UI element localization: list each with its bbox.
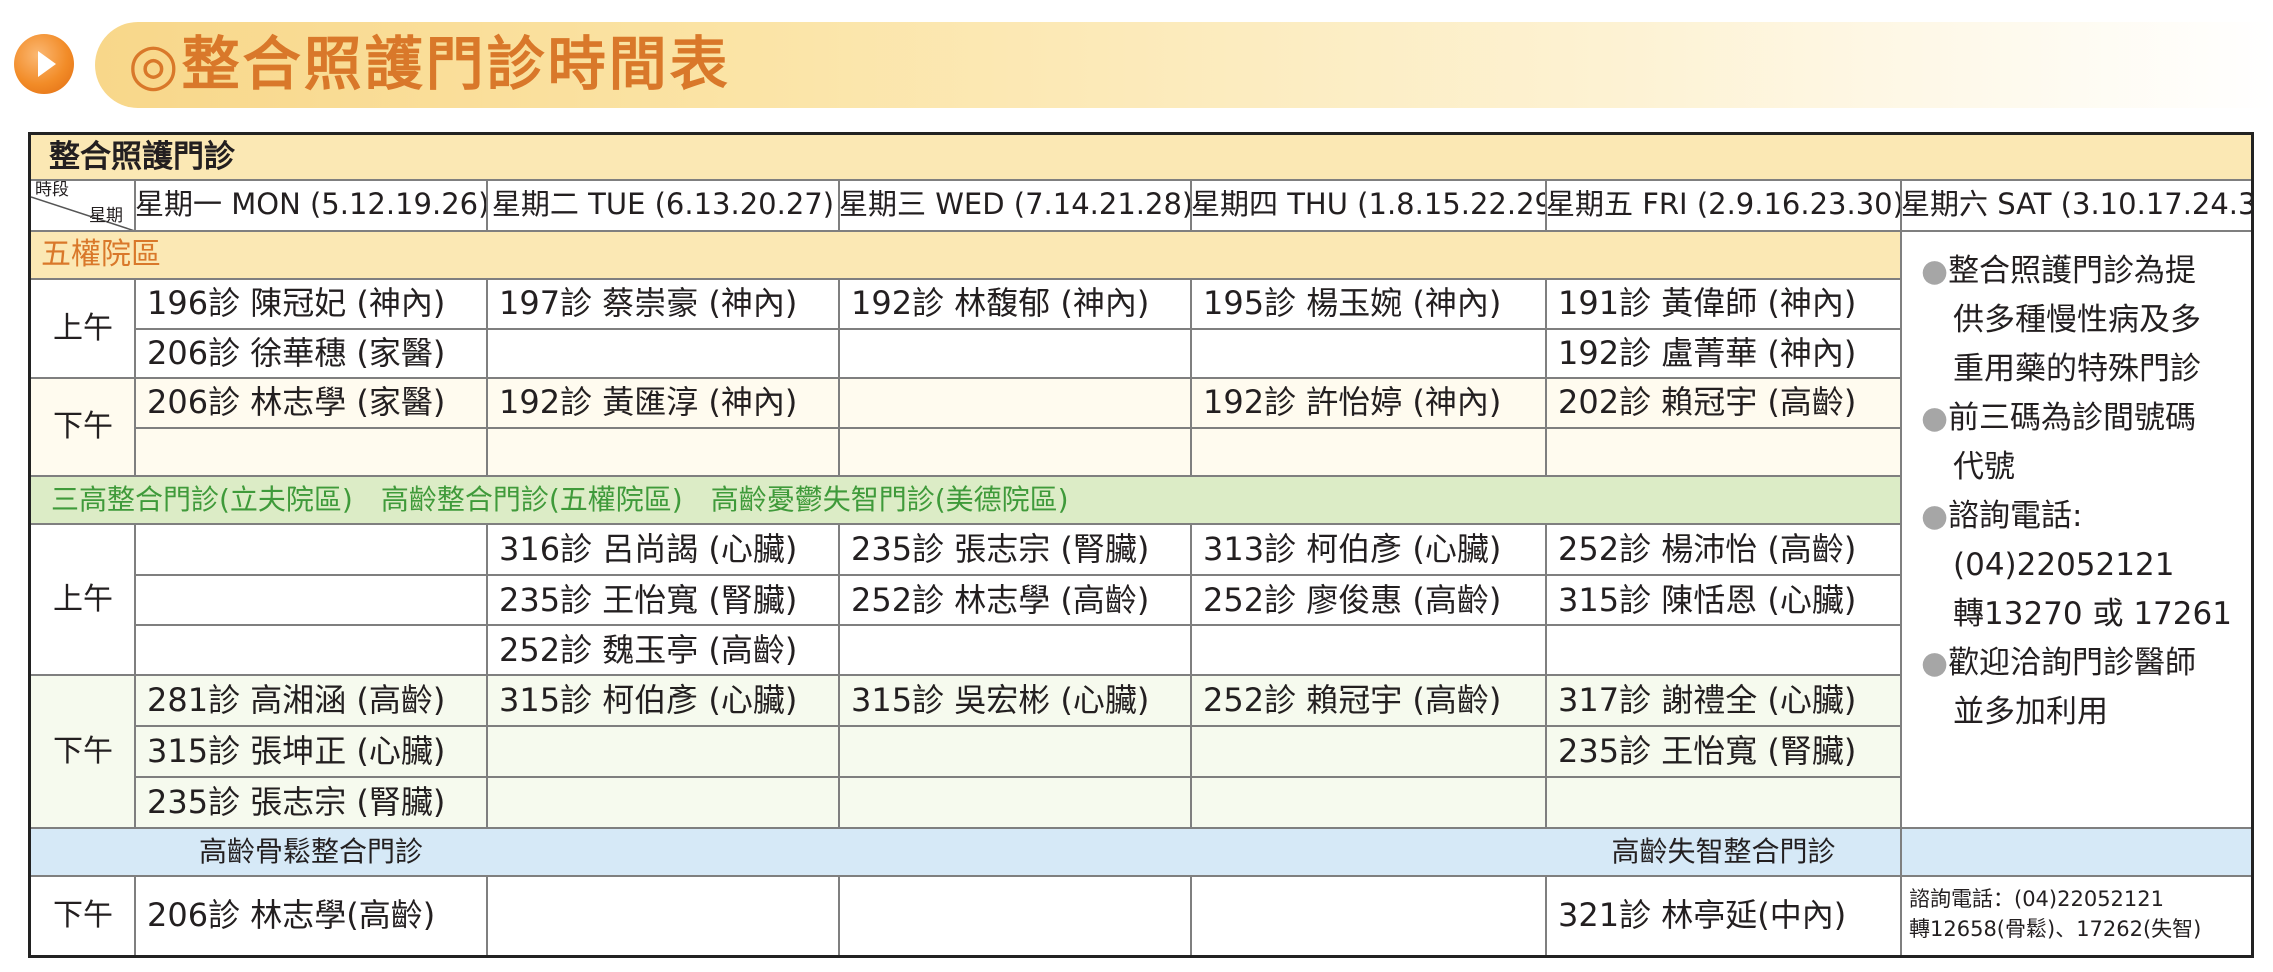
note-line: 前三碼為診間號碼 [1948,400,2197,436]
section2-am-thu-slot [1191,625,1546,675]
section1-pm-wed-slot [839,378,1191,427]
section1-pm-mon-slot [135,428,487,476]
section2-am-tue-slot: 316診 呂尚謁 (心臟) [499,530,798,568]
section2-am-wed-slot [839,625,1191,675]
section1-pm-tue-slot: 192診 黃匯淳 (神內) [499,383,798,421]
notes-panel: ●整合照護門診為提 供多種慢性病及多 重用藥的特殊門診 ●前三碼為診間號碼 代號… [1901,231,2251,828]
section1-pm-wed-slot [839,428,1191,476]
schedule-table: 整合照護門診 時段 星期 星期一 MON (5.12.19.26) 星期二 TU… [28,132,2254,958]
bullet-icon: ● [1921,400,1949,436]
section1-title-bar [31,231,1901,279]
section2-pm-tue-slot: 315診 柯伯彥 (心臟) [499,681,798,719]
section2-am-thu-slot: 252診 廖俊惠 (高齡) [1203,581,1502,619]
section1-pm-tue-slot [487,428,839,476]
section2-am-tue-slot: 252診 魏玉亭 (高齡) [499,631,798,669]
section2-pm-wed-slot: 315診 吳宏彬 (心臟) [851,681,1150,719]
note-line: 供多種慢性病及多 [1953,302,2201,338]
note-line: 重用藥的特殊門診 [1953,351,2201,387]
section2-pm-mon-slot: 235診 張志宗 (腎臟) [147,783,446,821]
section3-contact-phone: 諮詢電話：(04)22052121 [1909,887,2164,911]
table-title: 整合照護門診 [49,139,235,175]
page-title: ◎整合照護門診時間表 [128,30,731,98]
section1-am-mon-slot: 206診 徐華穗 (家醫) [147,334,446,372]
table-title-bar [31,135,2251,179]
note-line: (04)22052121 [1953,547,2175,583]
play-icon [14,34,74,94]
section1-am-fri-slot: 192診 盧菁華 (神內) [1558,334,1857,372]
note-item: ●諮詢電話: (04)22052121 轉13270 或 17261 [1921,492,2251,639]
section1-am-label: 上午 [53,311,113,346]
bullet-icon: ● [1921,498,1949,534]
section2-pm-mon-slot: 315診 張坤正 (心臟) [147,732,446,770]
section3-contact: 諮詢電話：(04)22052121 轉12658(骨鬆)、17262(失智) [1909,876,2251,955]
section1-pm-thu-slot: 192診 許怡婷 (神內) [1203,383,1502,421]
day-header-tue: 星期二 TUE (6.13.20.27) [491,187,835,221]
corner-cell: 時段 星期 [31,179,135,231]
section2-pm-tue-slot [487,726,839,776]
note-line: 歡迎洽詢門診醫師 [1948,645,2197,681]
day-header-sat: 星期六 SAT (3.10.17.24.31) [1901,187,2251,221]
section2-pm-fri-slot: 317診 謝禮全 (心臟) [1558,681,1857,719]
section2-pm-wed-slot [839,726,1191,776]
day-header-fri: 星期五 FRI (2.9.16.23.30) [1546,187,1901,221]
day-header-wed: 星期三 WED (7.14.21.28) [839,187,1191,221]
section1-am-wed-slot: 192診 林馥郁 (神內) [851,284,1150,322]
section3-fri-cell: 321診 林亭延(中內) [1558,896,1847,934]
section1-pm-mon-slot: 206診 林志學 (家醫) [147,383,446,421]
bullet-icon: ● [1921,253,1949,289]
section2-title: 三高整合門診(立夫院區) 高齡整合門診(五權院區) 高齡憂鬱失智門診(美德院區) [51,483,1069,516]
section1-title: 五權院區 [41,237,161,272]
note-line: 轉13270 或 17261 [1953,596,2232,632]
bullet-icon: ● [1921,645,1949,681]
note-item: ●歡迎洽詢門診醫師 並多加利用 [1921,639,2251,737]
corner-label-period: 時段 [35,180,69,200]
section2-am-fri-slot: 252診 楊沛怡 (高齡) [1558,530,1857,568]
section2-pm-mon-slot: 281診 高湘涵 (高齡) [147,681,446,719]
section1-am-tue-slot: 197診 蔡崇豪 (神內) [499,284,798,322]
section2-am-thu-slot: 313診 柯伯彥 (心臟) [1203,530,1502,568]
note-line: 整合照護門診為提 [1948,253,2197,289]
section3-right-title: 高齡失智整合門診 [1611,835,1836,868]
note-line: 代號 [1953,449,2015,485]
section2-am-mon-slot [135,524,487,574]
section1-pm-thu-slot [1191,428,1546,476]
section3-left-title: 高齡骨鬆整合門診 [198,835,423,868]
section2-am-mon-slot [135,575,487,625]
section1-am-tue-slot [487,329,839,378]
section2-am-fri-slot: 315診 陳恬恩 (心臟) [1558,581,1857,619]
section1-am-wed-slot [839,329,1191,378]
section1-pm-label: 下午 [53,409,113,444]
note-item: ●前三碼為診間號碼 代號 [1921,394,2251,492]
note-item: ●整合照護門診為提 供多種慢性病及多 重用藥的特殊門診 [1921,247,2251,394]
day-header-thu: 星期四 THU (1.8.15.22.29) [1191,187,1546,221]
section2-pm-wed-slot [839,777,1191,828]
note-line: 諮詢電話: [1948,498,2083,534]
section2-am-wed-slot: 252診 林志學 (高齡) [851,581,1150,619]
section3-contact-ext: 轉12658(骨鬆)、17262(失智) [1909,917,2202,941]
section2-pm-thu-slot: 252診 賴冠宇 (高齡) [1203,681,1502,719]
section3-mon-cell: 206診 林志學(高齡) [147,896,436,934]
section1-pm-fri-slot: 202診 賴冠宇 (高齡) [1558,383,1857,421]
section2-pm-fri-slot: 235診 王怡寬 (腎臟) [1558,732,1857,770]
section2-am-mon-slot [135,625,487,675]
corner-label-weekday: 星期 [89,206,123,226]
day-header-mon: 星期一 MON (5.12.19.26) [135,187,487,221]
section1-am-thu-slot: 195診 楊玉婉 (神內) [1203,284,1502,322]
section1-am-thu-slot [1191,329,1546,378]
section2-pm-thu-slot [1191,777,1546,828]
section1-pm-fri-slot [1546,428,1901,476]
section1-am-fri-slot: 191診 黃偉師 (神內) [1558,284,1857,322]
section1-am-mon-slot: 196診 陳冠妃 (神內) [147,284,446,322]
section2-pm-fri-slot [1546,777,1901,828]
section3-pm-label: 下午 [53,898,113,933]
section2-am-label: 上午 [53,582,113,617]
section2-pm-label: 下午 [53,734,113,769]
section2-am-tue-slot: 235診 王怡寬 (腎臟) [499,581,798,619]
section2-am-wed-slot: 235診 張志宗 (腎臟) [851,530,1150,568]
section2-pm-thu-slot [1191,726,1546,776]
note-line: 並多加利用 [1953,694,2108,730]
section2-pm-tue-slot [487,777,839,828]
section2-am-fri-slot [1546,625,1901,675]
